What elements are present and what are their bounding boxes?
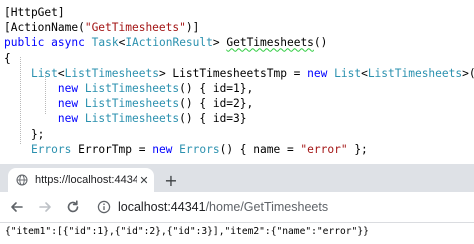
code-line: }; bbox=[4, 127, 44, 142]
code-token: Errors bbox=[30, 142, 72, 156]
code-token: () bbox=[313, 36, 328, 50]
code-token: { bbox=[4, 51, 11, 65]
code-line: [ActionName("GetTimesheets")] bbox=[4, 20, 199, 35]
url-path: /home/GetTimesheets bbox=[205, 200, 329, 214]
code-token: new bbox=[152, 142, 173, 156]
url-text: localhost:44341/home/GetTimesheets bbox=[118, 200, 328, 214]
code-token: () { id=1}, bbox=[179, 82, 254, 95]
code-token: new bbox=[57, 82, 79, 95]
code-token: < bbox=[57, 66, 65, 80]
code-token: async bbox=[51, 36, 85, 50]
tab-strip: https://localhost:44341/home/Ge ✕ + bbox=[0, 164, 474, 192]
code-token: ListTimesheets bbox=[84, 82, 180, 95]
code-token: new bbox=[57, 112, 79, 126]
code-line: [HttpGet] bbox=[4, 5, 65, 20]
code-token: < bbox=[361, 66, 368, 80]
code-line: { bbox=[4, 51, 11, 66]
page-content: {"item1":[{"id":1},{"id":2},{"id":3}],"i… bbox=[0, 223, 474, 244]
tab-title: https://localhost:44341/home/Ge bbox=[35, 174, 137, 186]
code-token: Task bbox=[91, 36, 119, 50]
browser-toolbar: localhost:44341/home/GetTimesheets bbox=[0, 192, 474, 223]
code-token: "GetTimesheets" bbox=[84, 21, 186, 35]
code-token: [HttpGet] bbox=[4, 6, 65, 19]
browser-window: https://localhost:44341/home/Ge ✕ + bbox=[0, 164, 474, 244]
code-token: IActionResult bbox=[125, 36, 213, 50]
browser-tab[interactable]: https://localhost:44341/home/Ge ✕ bbox=[8, 168, 154, 192]
globe-icon bbox=[15, 173, 29, 187]
json-response: {"item1":[{"id":1},{"id":2},{"id":3}],"i… bbox=[5, 226, 369, 237]
code-line: List<ListTimesheets> ListTimesheetsTmp =… bbox=[4, 66, 474, 81]
code-token: () { name = bbox=[219, 142, 301, 156]
url-host: localhost:44341 bbox=[118, 200, 206, 214]
code-token: GetTimesheets bbox=[226, 36, 314, 50]
code-token: new bbox=[57, 97, 79, 111]
code-token: > bbox=[212, 36, 227, 50]
arrow-right-icon[interactable] bbox=[34, 196, 56, 218]
code-token: () { id=3} bbox=[179, 112, 247, 126]
code-token: List bbox=[334, 66, 362, 80]
code-editor[interactable]: [HttpGet] [ActionName("GetTimesheets")] pu… bbox=[0, 0, 474, 186]
code-line: new ListTimesheets() { id=3} bbox=[4, 111, 247, 126]
code-token: }; bbox=[347, 142, 368, 156]
code-line: new ListTimesheets() { id=1}, bbox=[4, 81, 253, 96]
code-token: public bbox=[4, 36, 45, 50]
info-icon[interactable] bbox=[96, 199, 112, 215]
code-token: ListTimesheets bbox=[84, 97, 180, 111]
code-token: )] bbox=[185, 21, 200, 35]
address-bar[interactable]: localhost:44341/home/GetTimesheets bbox=[96, 196, 466, 218]
code-line: Errors ErrorTmp = new Errors() { name = … bbox=[4, 142, 368, 157]
reload-icon[interactable] bbox=[62, 196, 84, 218]
code-token: ListTimesheets bbox=[84, 112, 180, 126]
code-token: >() { bbox=[462, 66, 474, 80]
code-token: }; bbox=[4, 127, 45, 141]
code-line: new ListTimesheets() { id=2}, bbox=[4, 96, 253, 111]
code-token: "error" bbox=[300, 142, 348, 156]
arrow-left-icon[interactable] bbox=[6, 196, 28, 218]
code-line: public async Task<IActionResult> GetTime… bbox=[4, 35, 327, 50]
close-icon[interactable]: ✕ bbox=[137, 173, 151, 187]
code-token: List bbox=[30, 66, 58, 80]
plus-icon[interactable]: + bbox=[161, 170, 181, 190]
code-token: ListTimesheets bbox=[64, 66, 159, 80]
code-token: () { id=2}, bbox=[179, 97, 254, 111]
code-token: ErrorTmp = bbox=[71, 142, 153, 156]
code-token: > ListTimesheetsTmp = bbox=[158, 66, 308, 80]
code-token: Errors bbox=[179, 142, 220, 156]
code-token: ListTimesheets bbox=[367, 66, 463, 80]
code-token: new bbox=[307, 66, 328, 80]
code-token: [ActionName( bbox=[4, 21, 85, 35]
